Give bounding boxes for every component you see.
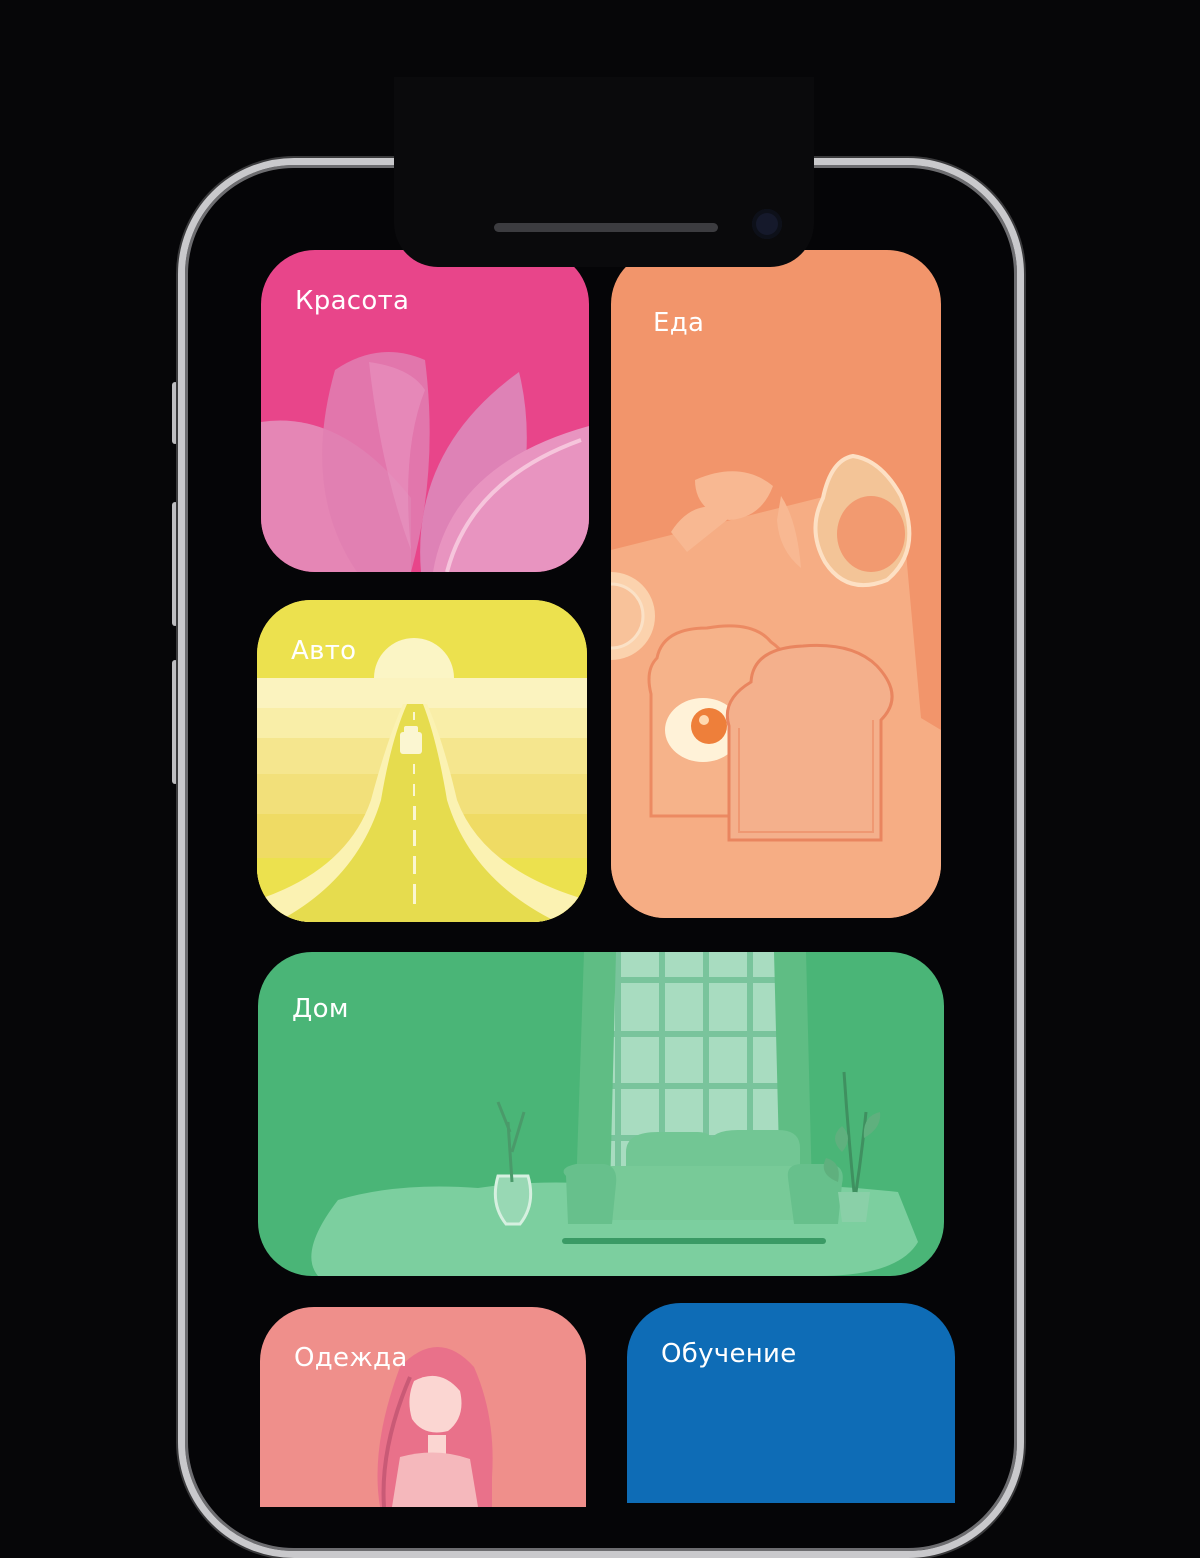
category-card-beauty[interactable]: Красота: [261, 250, 589, 572]
category-label: Обучение: [661, 1339, 797, 1369]
living-room-icon: [311, 952, 918, 1276]
screenshot-stage: Красота Еда Авто Дом Одежда Обучение: [0, 0, 1200, 1558]
category-label: Одежда: [294, 1343, 408, 1373]
category-card-food[interactable]: Еда: [611, 250, 941, 918]
speaker-grille: [494, 223, 718, 232]
category-card-auto[interactable]: Авто: [257, 600, 587, 922]
phone-notch: [394, 77, 814, 267]
category-label: Авто: [291, 636, 357, 666]
category-card-home[interactable]: Дом: [258, 952, 944, 1276]
front-camera: [752, 209, 782, 239]
category-label: Красота: [295, 286, 410, 316]
category-card-clothes[interactable]: Одежда: [260, 1307, 586, 1507]
category-label: Еда: [653, 308, 705, 338]
category-card-learning[interactable]: Обучение: [627, 1303, 955, 1503]
breakfast-icon: [611, 453, 941, 918]
woman-portrait-icon: [377, 1347, 493, 1507]
category-label: Дом: [292, 994, 349, 1024]
